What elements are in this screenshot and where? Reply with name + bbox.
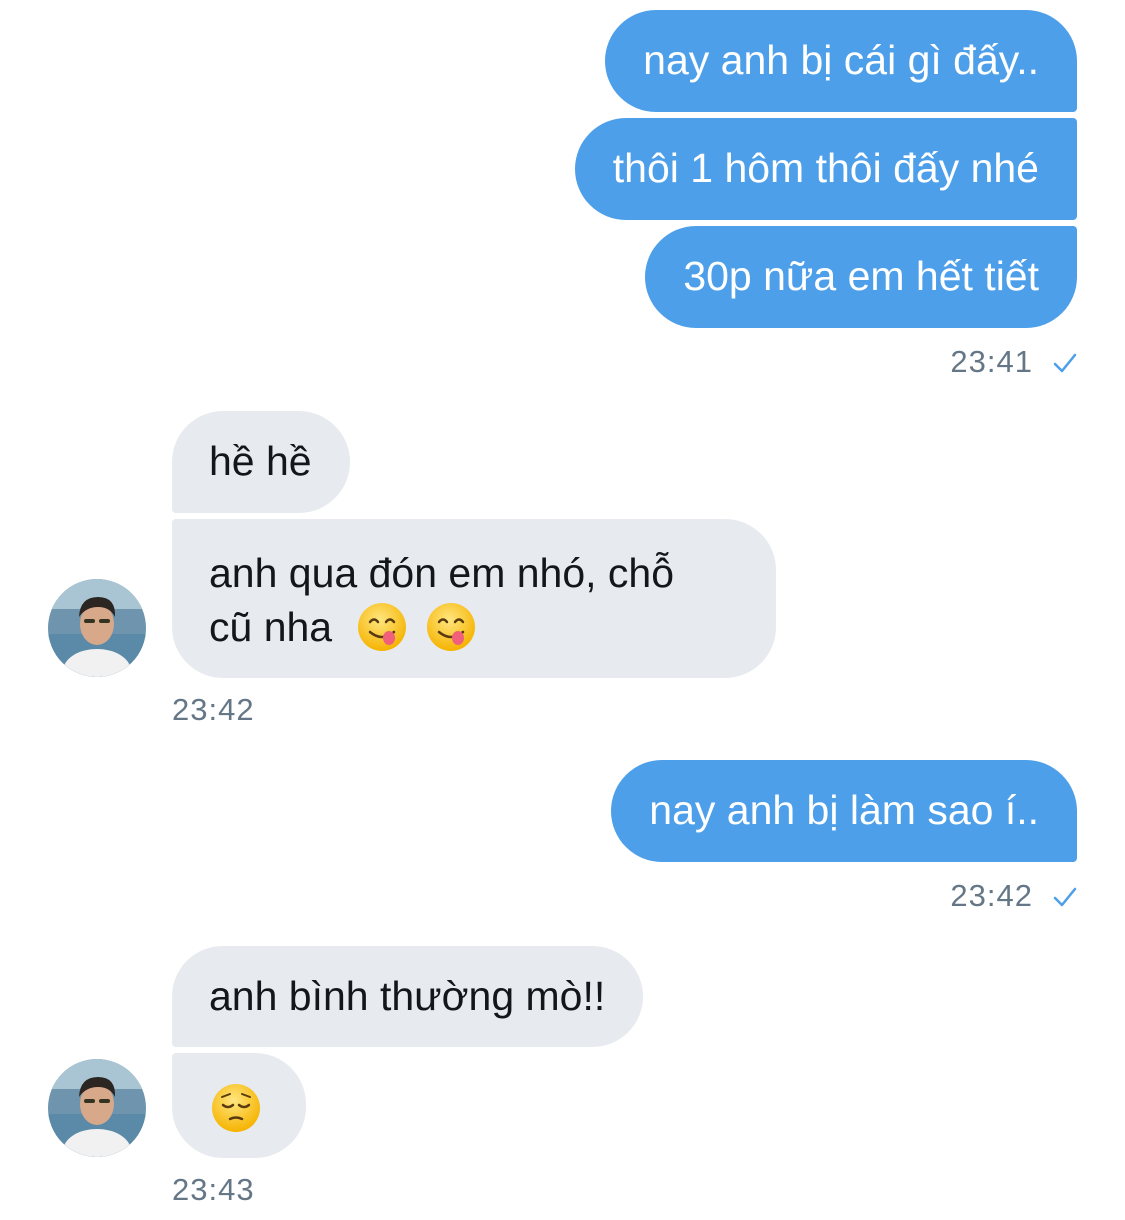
message-timestamp: 23:41 bbox=[950, 344, 1033, 379]
message-text: anh qua đón em nhó, chỗ bbox=[209, 550, 675, 596]
outgoing-message[interactable]: nay anh bị cái gì đấy.. bbox=[605, 10, 1077, 112]
message-text: cũ nha bbox=[209, 604, 333, 650]
message-text: anh bình thường mò!! bbox=[209, 973, 606, 1019]
message-text: nay anh bị cái gì đấy.. bbox=[643, 37, 1039, 83]
read-check-icon bbox=[1053, 887, 1077, 907]
message-timestamp: 23:43 bbox=[172, 1172, 255, 1207]
pensive-face-emoji bbox=[212, 1084, 260, 1133]
outgoing-message[interactable]: nay anh bị làm sao í.. bbox=[611, 760, 1077, 862]
avatar-image bbox=[48, 579, 146, 677]
face-savoring-food-emoji bbox=[357, 603, 406, 652]
incoming-message[interactable] bbox=[172, 1053, 306, 1158]
incoming-message[interactable]: hề hề bbox=[172, 411, 350, 513]
message-text: hề hề bbox=[209, 438, 312, 484]
message-text: thôi 1 hôm thôi đấy nhé bbox=[612, 145, 1039, 191]
incoming-message[interactable]: anh bình thường mò!! bbox=[172, 946, 644, 1047]
avatar-image bbox=[48, 1059, 146, 1157]
message-text: nay anh bị làm sao í.. bbox=[649, 787, 1039, 833]
face-savoring-food-emoji bbox=[426, 603, 475, 652]
incoming-message[interactable]: anh qua đón em nhó, chỗ cũ nha bbox=[172, 519, 776, 678]
message-timestamp: 23:42 bbox=[950, 878, 1033, 913]
message-text: 30p nữa em hết tiết bbox=[683, 253, 1039, 299]
avatar[interactable] bbox=[48, 1059, 146, 1157]
outgoing-message[interactable]: 30p nữa em hết tiết bbox=[645, 226, 1077, 328]
read-check-icon bbox=[1053, 353, 1077, 373]
message-timestamp: 23:42 bbox=[172, 692, 255, 727]
avatar[interactable] bbox=[48, 579, 146, 677]
outgoing-message[interactable]: thôi 1 hôm thôi đấy nhé bbox=[574, 118, 1077, 220]
